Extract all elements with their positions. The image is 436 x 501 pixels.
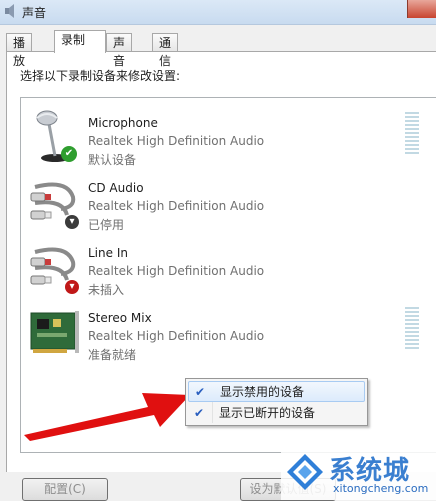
device-status: 准备就绪 xyxy=(88,348,137,362)
level-meter xyxy=(405,112,419,154)
sound-card-icon xyxy=(30,311,79,353)
device-name: CD Audio xyxy=(88,181,144,195)
device-item-stereo-mix[interactable]: Stereo Mix Realtek High Definition Audio… xyxy=(21,301,421,362)
context-menu: ✔ 显示禁用的设备 ✔ 显示已断开的设备 xyxy=(185,378,368,426)
menu-item-label: 显示禁用的设备 xyxy=(220,385,305,399)
menu-item-show-disabled-devices[interactable]: ✔ 显示禁用的设备 xyxy=(188,381,365,402)
device-driver: Realtek High Definition Audio xyxy=(88,199,265,213)
watermark-logo-icon xyxy=(287,454,323,490)
device-name: Stereo Mix xyxy=(88,311,152,325)
device-name: Line In xyxy=(88,246,128,260)
check-icon: ✔ xyxy=(195,385,206,399)
menu-item-show-disconnected-devices[interactable]: ✔ 显示已断开的设备 xyxy=(188,403,365,424)
device-item-line-in[interactable]: ▾ Line In Realtek High Definition Audio … xyxy=(21,236,421,297)
menu-item-label: 显示已断开的设备 xyxy=(219,406,316,420)
level-meter xyxy=(405,307,419,349)
device-item-cd-audio[interactable]: ▾ CD Audio Realtek High Definition Audio… xyxy=(21,171,421,232)
device-item-microphone[interactable]: ✔ Microphone Realtek High Definition Aud… xyxy=(21,106,421,167)
close-button[interactable] xyxy=(407,0,436,18)
title-bar: 声音 xyxy=(0,0,436,25)
green-check-badge: ✔ xyxy=(61,146,77,162)
window-title: 声音 xyxy=(22,6,47,20)
device-driver: Realtek High Definition Audio xyxy=(88,264,265,278)
device-status: 已停用 xyxy=(88,218,125,232)
device-name: Microphone xyxy=(88,116,158,130)
watermark-url: xitongcheng.com xyxy=(333,482,429,495)
tab-playback[interactable]: 播放 xyxy=(6,33,33,68)
watermark: 系统城 xitongcheng.com xyxy=(281,448,436,500)
speaker-icon xyxy=(5,4,14,18)
device-status: 未插入 xyxy=(88,283,125,297)
instruction-text: 选择以下录制设备来修改设置: xyxy=(20,69,181,83)
device-status: 默认设备 xyxy=(88,153,137,167)
tab-recording[interactable]: 录制 xyxy=(54,30,106,53)
tab-communications[interactable]: 通信 xyxy=(152,33,179,68)
check-icon: ✔ xyxy=(194,406,205,420)
red-arrow-annotation xyxy=(24,393,190,441)
unplugged-arrow-badge: ▾ xyxy=(65,280,79,294)
device-driver: Realtek High Definition Audio xyxy=(88,134,265,148)
configure-button[interactable]: 配置(C) xyxy=(22,478,108,501)
disabled-arrow-badge: ▾ xyxy=(65,215,79,229)
device-driver: Realtek High Definition Audio xyxy=(88,329,265,343)
tab-sounds[interactable]: 声音 xyxy=(106,33,133,68)
